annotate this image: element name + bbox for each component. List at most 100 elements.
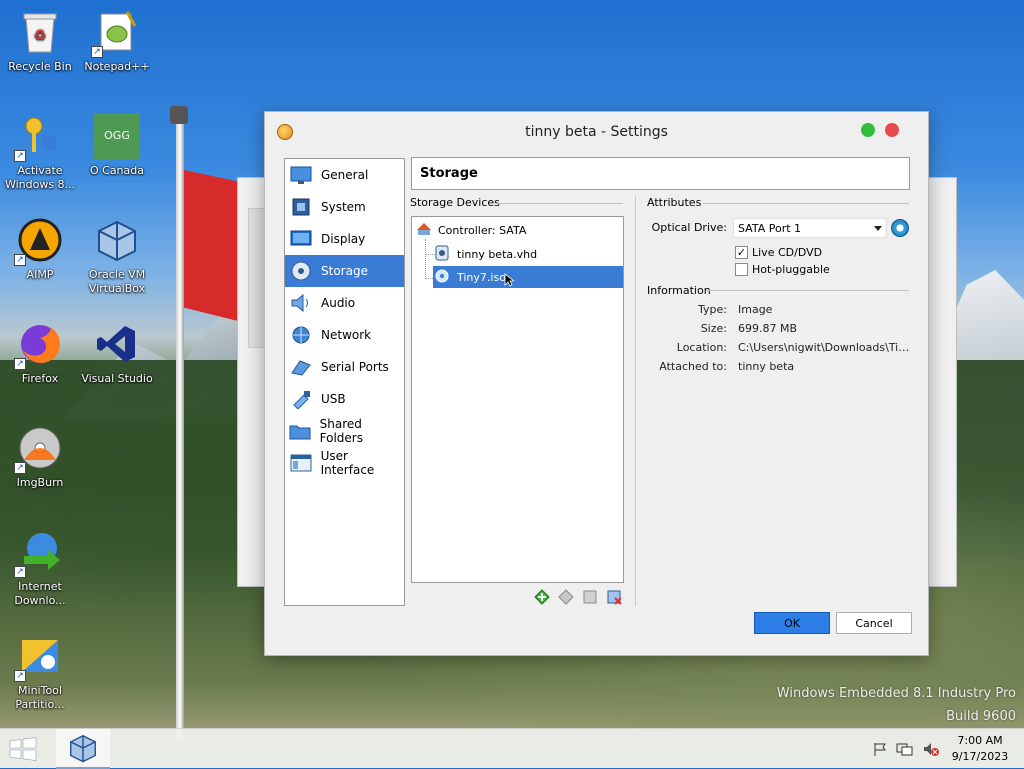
desktop-icon-internet-download-manager[interactable]: ↗ Internet Downlo... bbox=[0, 528, 80, 608]
recycle-bin-icon: ♻ bbox=[16, 8, 64, 56]
desktop-icon-imgburn[interactable]: ↗ ImgBurn bbox=[0, 424, 80, 490]
nav-item-label: Audio bbox=[321, 296, 356, 310]
chevron-down-icon bbox=[874, 226, 882, 231]
live-cd-label: Live CD/DVD bbox=[752, 246, 823, 259]
nav-item-shared-folders[interactable]: Shared Folders bbox=[285, 415, 404, 447]
live-cd-checkbox[interactable]: ✓ bbox=[735, 246, 748, 259]
settings-category-list[interactable]: General System Display Storage Audio Net… bbox=[284, 158, 405, 606]
nav-item-label: Network bbox=[321, 328, 372, 342]
taskbar-clock[interactable]: 7:00 AM 9/17/2023 bbox=[944, 733, 1016, 765]
optical-drive-value: SATA Port 1 bbox=[738, 221, 802, 235]
storage-tree[interactable]: Controller: SATA tinny beta.vhd Tiny7.is… bbox=[411, 216, 624, 583]
serial-ports-icon bbox=[289, 356, 313, 378]
nav-item-label: USB bbox=[321, 392, 346, 406]
desktop-icon-activate-windows[interactable]: ↗ Activate Windows 8... bbox=[0, 112, 80, 192]
info-location-label: Location: bbox=[676, 341, 727, 354]
nav-item-label: Display bbox=[321, 232, 366, 246]
desktop-icon-label: AIMP bbox=[26, 268, 54, 281]
aimp-icon: ↗ bbox=[14, 216, 64, 266]
network-status-icon[interactable] bbox=[896, 741, 914, 760]
maximize-button[interactable] bbox=[861, 123, 875, 137]
nav-item-label: User Interface bbox=[320, 449, 375, 477]
nav-item-general[interactable]: General bbox=[285, 159, 404, 191]
add-controller-icon[interactable] bbox=[533, 588, 551, 606]
storage-toolbar bbox=[533, 588, 623, 606]
info-attached-label: Attached to: bbox=[659, 360, 727, 373]
close-button[interactable] bbox=[885, 123, 899, 137]
start-button[interactable] bbox=[8, 737, 38, 761]
nav-item-label: General bbox=[321, 168, 369, 182]
nav-item-user-interface[interactable]: User Interface bbox=[285, 447, 404, 479]
nav-item-usb[interactable]: USB bbox=[285, 383, 404, 415]
activate-windows-icon: ↗ bbox=[14, 112, 64, 162]
desktop-icon-firefox[interactable]: ↗ Firefox bbox=[0, 320, 80, 386]
nav-item-label: Shared Folders bbox=[319, 417, 363, 445]
tree-row-controller[interactable]: Controller: SATA bbox=[416, 219, 621, 241]
visual-studio-icon bbox=[93, 320, 141, 368]
desktop-icon-notepad-plus-plus[interactable]: ↗ Notepad++ bbox=[77, 8, 157, 74]
cancel-button[interactable]: Cancel bbox=[836, 612, 912, 634]
hot-pluggable-checkbox[interactable] bbox=[735, 263, 748, 276]
network-icon bbox=[289, 324, 313, 346]
info-size-label: Size: bbox=[700, 322, 727, 335]
desktop-icon-minitool-partition[interactable]: ↗ MiniTool Partitio... bbox=[0, 632, 80, 712]
settings-dialog[interactable]: tinny beta - Settings General System Dis… bbox=[264, 111, 929, 656]
nav-item-system[interactable]: System bbox=[285, 191, 404, 223]
tree-row-disk[interactable]: tinny beta.vhd bbox=[433, 243, 623, 265]
desktop-icon-o-canada[interactable]: OGG O Canada bbox=[77, 112, 157, 178]
virtualbox-icon bbox=[93, 216, 141, 264]
system-tray bbox=[872, 741, 940, 760]
choose-disk-icon[interactable] bbox=[891, 219, 909, 237]
wallpaper-flagpole bbox=[176, 110, 184, 740]
usb-icon bbox=[289, 388, 313, 410]
info-attached-value: tinny beta bbox=[738, 360, 795, 373]
user-interface-icon bbox=[289, 452, 313, 474]
storage-devices-divider bbox=[497, 203, 623, 204]
storage-devices-label: Storage Devices bbox=[410, 196, 500, 209]
panel-divider bbox=[635, 196, 636, 606]
flag-icon[interactable] bbox=[872, 741, 888, 760]
audio-file-icon: OGG bbox=[93, 112, 141, 160]
hot-pluggable-label: Hot-pluggable bbox=[752, 263, 830, 276]
information-divider bbox=[707, 290, 909, 291]
general-icon bbox=[289, 164, 313, 186]
virtualbox-app-icon bbox=[277, 124, 293, 140]
dialog-titlebar[interactable]: tinny beta - Settings bbox=[265, 112, 928, 152]
volume-muted-icon[interactable] bbox=[922, 741, 940, 760]
storage-icon bbox=[289, 260, 313, 282]
notepad-plus-plus-icon: ↗ bbox=[91, 8, 141, 58]
nav-item-audio[interactable]: Audio bbox=[285, 287, 404, 319]
optical-drive-label: Optical Drive: bbox=[651, 221, 727, 234]
hard-disk-icon bbox=[435, 245, 449, 264]
optical-drive-select[interactable]: SATA Port 1 bbox=[733, 218, 887, 238]
internet-download-manager-icon: ↗ bbox=[14, 528, 64, 578]
nav-item-display[interactable]: Display bbox=[285, 223, 404, 255]
taskbar: 7:00 AM 9/17/2023 bbox=[0, 728, 1024, 769]
remove-attachment-icon[interactable] bbox=[605, 588, 623, 606]
tree-row-optical[interactable]: Tiny7.iso bbox=[433, 266, 623, 288]
desktop-icon-label: O Canada bbox=[89, 164, 144, 177]
ok-button[interactable]: OK bbox=[754, 612, 830, 634]
nav-item-serial-ports[interactable]: Serial Ports bbox=[285, 351, 404, 383]
desktop-icon-recycle-bin[interactable]: ♻ Recycle Bin bbox=[0, 8, 80, 74]
controller-label: Controller: SATA bbox=[438, 223, 527, 237]
desktop-icon-virtualbox[interactable]: Oracle VM VirtualBox bbox=[77, 216, 157, 296]
desktop-icon-aimp[interactable]: ↗ AIMP bbox=[0, 216, 80, 282]
nav-item-label: System bbox=[321, 200, 366, 214]
add-attachment-icon[interactable] bbox=[581, 588, 599, 606]
display-icon bbox=[289, 228, 313, 250]
nav-item-network[interactable]: Network bbox=[285, 319, 404, 351]
desktop-icon-visual-studio[interactable]: Visual Studio bbox=[77, 320, 157, 386]
taskbar-virtualbox-button[interactable] bbox=[56, 729, 110, 769]
clock-date: 9/17/2023 bbox=[951, 750, 1009, 763]
info-type-label: Type: bbox=[698, 303, 727, 316]
tree-guide-line bbox=[425, 239, 426, 279]
desktop-icon-label: Internet Downlo... bbox=[14, 580, 66, 607]
optical-disc-icon bbox=[435, 269, 449, 286]
remove-controller-icon[interactable] bbox=[557, 588, 575, 606]
shared-folders-icon bbox=[289, 420, 312, 442]
attributes-divider bbox=[703, 203, 909, 204]
nav-item-storage[interactable]: Storage bbox=[285, 255, 404, 287]
optical-label: Tiny7.iso bbox=[457, 270, 506, 284]
imgburn-icon: ↗ bbox=[14, 424, 64, 474]
